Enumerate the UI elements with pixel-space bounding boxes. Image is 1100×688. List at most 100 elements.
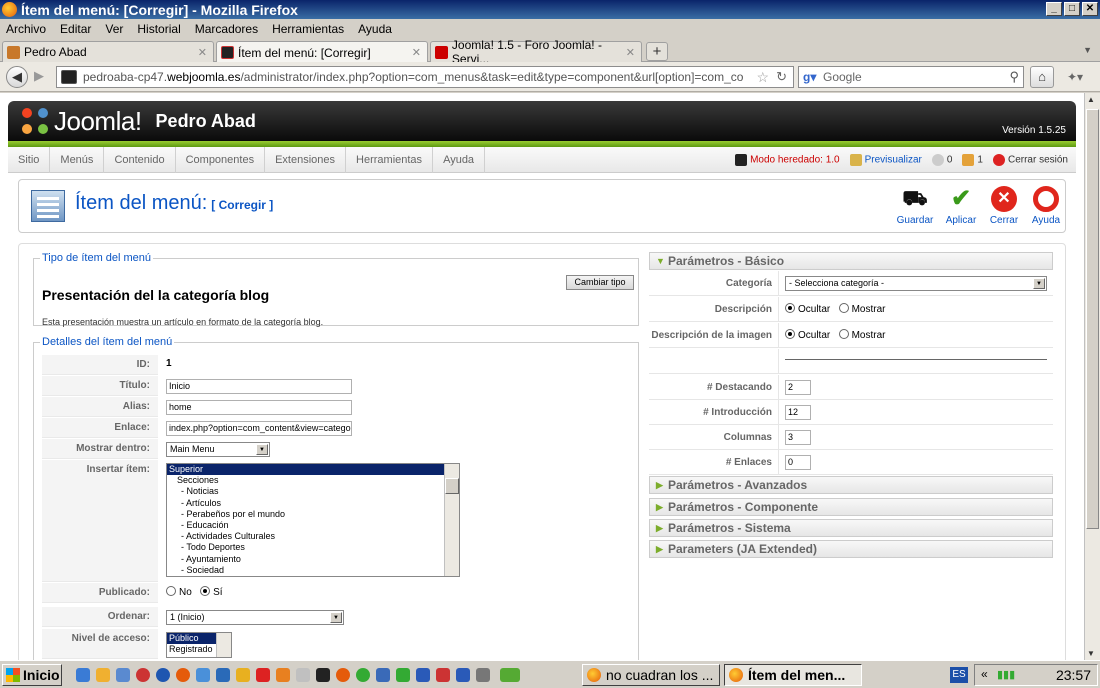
params-system-header[interactable]: ▶ Parámetros - Sistema bbox=[649, 519, 1053, 537]
close-tab-icon[interactable]: ✕ bbox=[626, 46, 635, 59]
maximize-button[interactable]: □ bbox=[1064, 2, 1080, 16]
close-tab-icon[interactable]: ✕ bbox=[412, 46, 421, 59]
firefox-quicklaunch-icon[interactable] bbox=[176, 668, 190, 682]
menu-ayuda[interactable]: Ayuda bbox=[358, 22, 392, 36]
order-select[interactable]: 1 (Inicio) ▼ bbox=[166, 610, 344, 625]
apply-button[interactable]: ✔ Aplicar bbox=[939, 186, 983, 227]
scroll-up-icon[interactable]: ▲ bbox=[1087, 95, 1095, 104]
image-description-show-radio[interactable] bbox=[838, 329, 849, 339]
close-button[interactable]: ✕ Cerrar bbox=[982, 186, 1026, 226]
media-icon[interactable] bbox=[136, 668, 150, 682]
search-input[interactable]: Google bbox=[823, 70, 862, 84]
category-select[interactable]: - Selecciona categoría - ▼ bbox=[785, 276, 1047, 291]
google-icon[interactable]: g▾ bbox=[803, 70, 819, 84]
list-item[interactable]: - Ayuntamiento bbox=[167, 554, 459, 565]
close-window-button[interactable]: ✕ bbox=[1082, 2, 1098, 16]
menu-marcadores[interactable]: Marcadores bbox=[195, 22, 258, 36]
app8-icon[interactable] bbox=[376, 668, 390, 682]
bluetooth-icon[interactable] bbox=[416, 668, 430, 682]
params-component-header[interactable]: ▶ Parámetros - Componente bbox=[649, 498, 1053, 516]
admin-menu-sitio[interactable]: Sitio bbox=[8, 146, 51, 173]
scroll-down-icon[interactable]: ▼ bbox=[1087, 649, 1095, 658]
users-count[interactable]: 1 bbox=[962, 154, 983, 166]
back-button[interactable]: ◀ bbox=[6, 66, 28, 88]
menu-archivo[interactable]: Archivo bbox=[6, 22, 46, 36]
dreamweaver-icon[interactable] bbox=[500, 668, 520, 682]
folder-icon[interactable] bbox=[96, 668, 110, 682]
taskbar-item-active[interactable]: Ítem del men... bbox=[724, 664, 862, 686]
list-item[interactable]: - Educación bbox=[167, 520, 459, 531]
app7-icon[interactable] bbox=[356, 668, 370, 682]
list-item[interactable]: - Sociedad bbox=[167, 565, 459, 576]
description-hide-radio[interactable] bbox=[785, 303, 795, 313]
tab-list-chevron-icon[interactable]: ▼ bbox=[1083, 45, 1092, 55]
app-icon[interactable] bbox=[156, 668, 170, 682]
menu-ver[interactable]: Ver bbox=[105, 22, 123, 36]
listbox-scrollbar[interactable] bbox=[216, 633, 231, 657]
list-item[interactable]: - Perabeños por el mundo bbox=[167, 509, 459, 520]
params-ja-extended-header[interactable]: ▶ Parameters (JA Extended) bbox=[649, 540, 1053, 558]
tab-pedro-abad[interactable]: Pedro Abad ✕ bbox=[2, 41, 214, 62]
app5-icon[interactable] bbox=[316, 668, 330, 682]
url-bar[interactable]: pedroaba-cp47.webjoomla.es/administrator… bbox=[56, 66, 794, 88]
url-text[interactable]: pedroaba-cp47.webjoomla.es/administrator… bbox=[83, 70, 743, 84]
alias-input[interactable]: home bbox=[166, 400, 352, 415]
language-indicator[interactable]: ES bbox=[950, 667, 968, 683]
bookmark-star-icon[interactable]: ☆ bbox=[756, 69, 769, 86]
new-tab-button[interactable]: + bbox=[646, 42, 668, 61]
listbox-scrollbar[interactable] bbox=[444, 464, 459, 576]
title-input[interactable]: Inicio bbox=[166, 379, 352, 394]
search-icon[interactable]: ⚲ bbox=[1009, 69, 1019, 85]
menu-herramientas[interactable]: Herramientas bbox=[272, 22, 344, 36]
list-item[interactable]: - Actividades Culturales bbox=[167, 531, 459, 542]
menu-historial[interactable]: Historial bbox=[137, 22, 180, 36]
list-item[interactable]: Superior bbox=[167, 464, 459, 476]
app2-icon[interactable] bbox=[236, 668, 250, 682]
logout-link[interactable]: Cerrar sesión bbox=[992, 154, 1068, 166]
admin-menu-herramientas[interactable]: Herramientas bbox=[346, 146, 434, 173]
list-item[interactable]: - Todo Deportes bbox=[167, 542, 459, 553]
list-item[interactable]: - Artículos bbox=[167, 498, 459, 509]
close-tab-icon[interactable]: ✕ bbox=[198, 46, 207, 59]
admin-menu-contenido[interactable]: Contenido bbox=[104, 146, 176, 173]
admin-menu-ayuda[interactable]: Ayuda bbox=[433, 146, 486, 173]
change-type-button[interactable]: Cambiar tipo bbox=[566, 275, 634, 290]
app3-icon[interactable] bbox=[276, 668, 290, 682]
image-description-hide-radio[interactable] bbox=[785, 329, 795, 339]
tray-expand-icon[interactable]: « bbox=[981, 667, 988, 681]
ie-icon[interactable] bbox=[76, 668, 90, 682]
params-advanced-header[interactable]: ▶ Parámetros - Avanzados bbox=[649, 476, 1053, 494]
start-button[interactable]: Inicio bbox=[2, 664, 62, 686]
parent-item-listbox[interactable]: Superior Secciones - Noticias - Artículo… bbox=[166, 463, 460, 577]
app10-icon[interactable] bbox=[436, 668, 450, 682]
taskbar-item-forum[interactable]: no cuadran los ... bbox=[582, 664, 720, 686]
tab-menu-item-edit[interactable]: Ítem del menú: [Corregir] ✕ bbox=[216, 41, 428, 63]
menu-select[interactable]: Main Menu ▼ bbox=[166, 442, 270, 457]
messages-count[interactable]: 0 bbox=[931, 154, 952, 166]
app6-icon[interactable] bbox=[336, 668, 350, 682]
access-listbox[interactable]: Público Registrado bbox=[166, 632, 232, 658]
link-input[interactable]: index.php?option=com_content&view=catego bbox=[166, 421, 352, 436]
editor-icon[interactable] bbox=[216, 668, 230, 682]
reload-icon[interactable]: ↻ bbox=[776, 69, 787, 85]
list-item[interactable]: - Noticias bbox=[167, 486, 459, 497]
minimize-button[interactable]: _ bbox=[1046, 2, 1062, 16]
tool-icon[interactable] bbox=[196, 668, 210, 682]
menu-editar[interactable]: Editar bbox=[60, 22, 91, 36]
filezilla-icon[interactable] bbox=[256, 668, 270, 682]
app11-icon[interactable] bbox=[456, 668, 470, 682]
tab-joomla-forum[interactable]: Joomla! 1.5 - Foro Joomla! - Servi... ✕ bbox=[430, 38, 642, 66]
network-signal-icon[interactable]: ▮▮▮ bbox=[997, 668, 1015, 681]
published-yes-radio[interactable] bbox=[200, 586, 211, 596]
intro-input[interactable]: 12 bbox=[785, 405, 811, 420]
forward-button[interactable]: ▶ bbox=[30, 66, 48, 88]
page-scrollbar[interactable]: ▲ ▼ bbox=[1084, 93, 1100, 660]
list-item[interactable]: Secciones bbox=[167, 475, 459, 486]
links-input[interactable]: 0 bbox=[785, 455, 811, 470]
save-button[interactable]: ⛟ Guardar bbox=[893, 186, 937, 226]
leading-input[interactable]: 2 bbox=[785, 380, 811, 395]
explorer-icon[interactable] bbox=[116, 668, 130, 682]
preview-link[interactable]: Previsualizar bbox=[849, 154, 922, 166]
admin-menu-extensiones[interactable]: Extensiones bbox=[265, 146, 347, 173]
app12-icon[interactable] bbox=[476, 668, 490, 682]
